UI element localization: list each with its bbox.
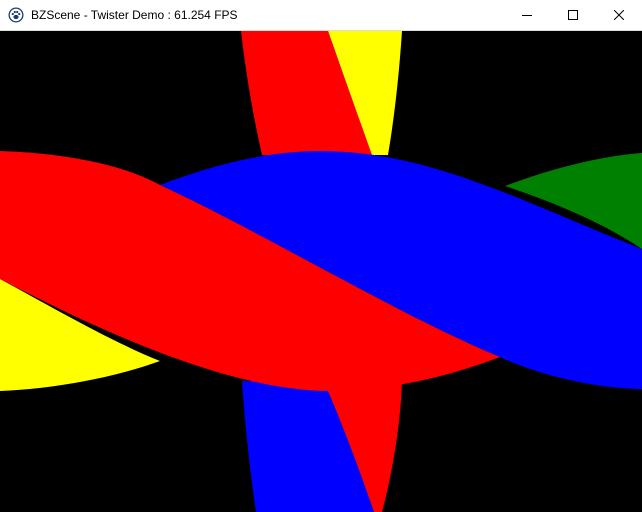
- minimize-button[interactable]: [504, 0, 550, 30]
- paw-icon: [8, 7, 24, 23]
- render-viewport[interactable]: [0, 31, 642, 512]
- close-button[interactable]: [596, 0, 642, 30]
- minimize-icon: [522, 15, 532, 16]
- window-title: BZScene - Twister Demo : 61.254 FPS: [31, 8, 238, 22]
- title-bar[interactable]: BZScene - Twister Demo : 61.254 FPS: [0, 0, 642, 31]
- twister-scene: [0, 31, 642, 512]
- app-window: BZScene - Twister Demo : 61.254 FPS: [0, 0, 642, 512]
- close-icon: [614, 10, 624, 20]
- maximize-button[interactable]: [550, 0, 596, 30]
- maximize-icon: [568, 10, 578, 20]
